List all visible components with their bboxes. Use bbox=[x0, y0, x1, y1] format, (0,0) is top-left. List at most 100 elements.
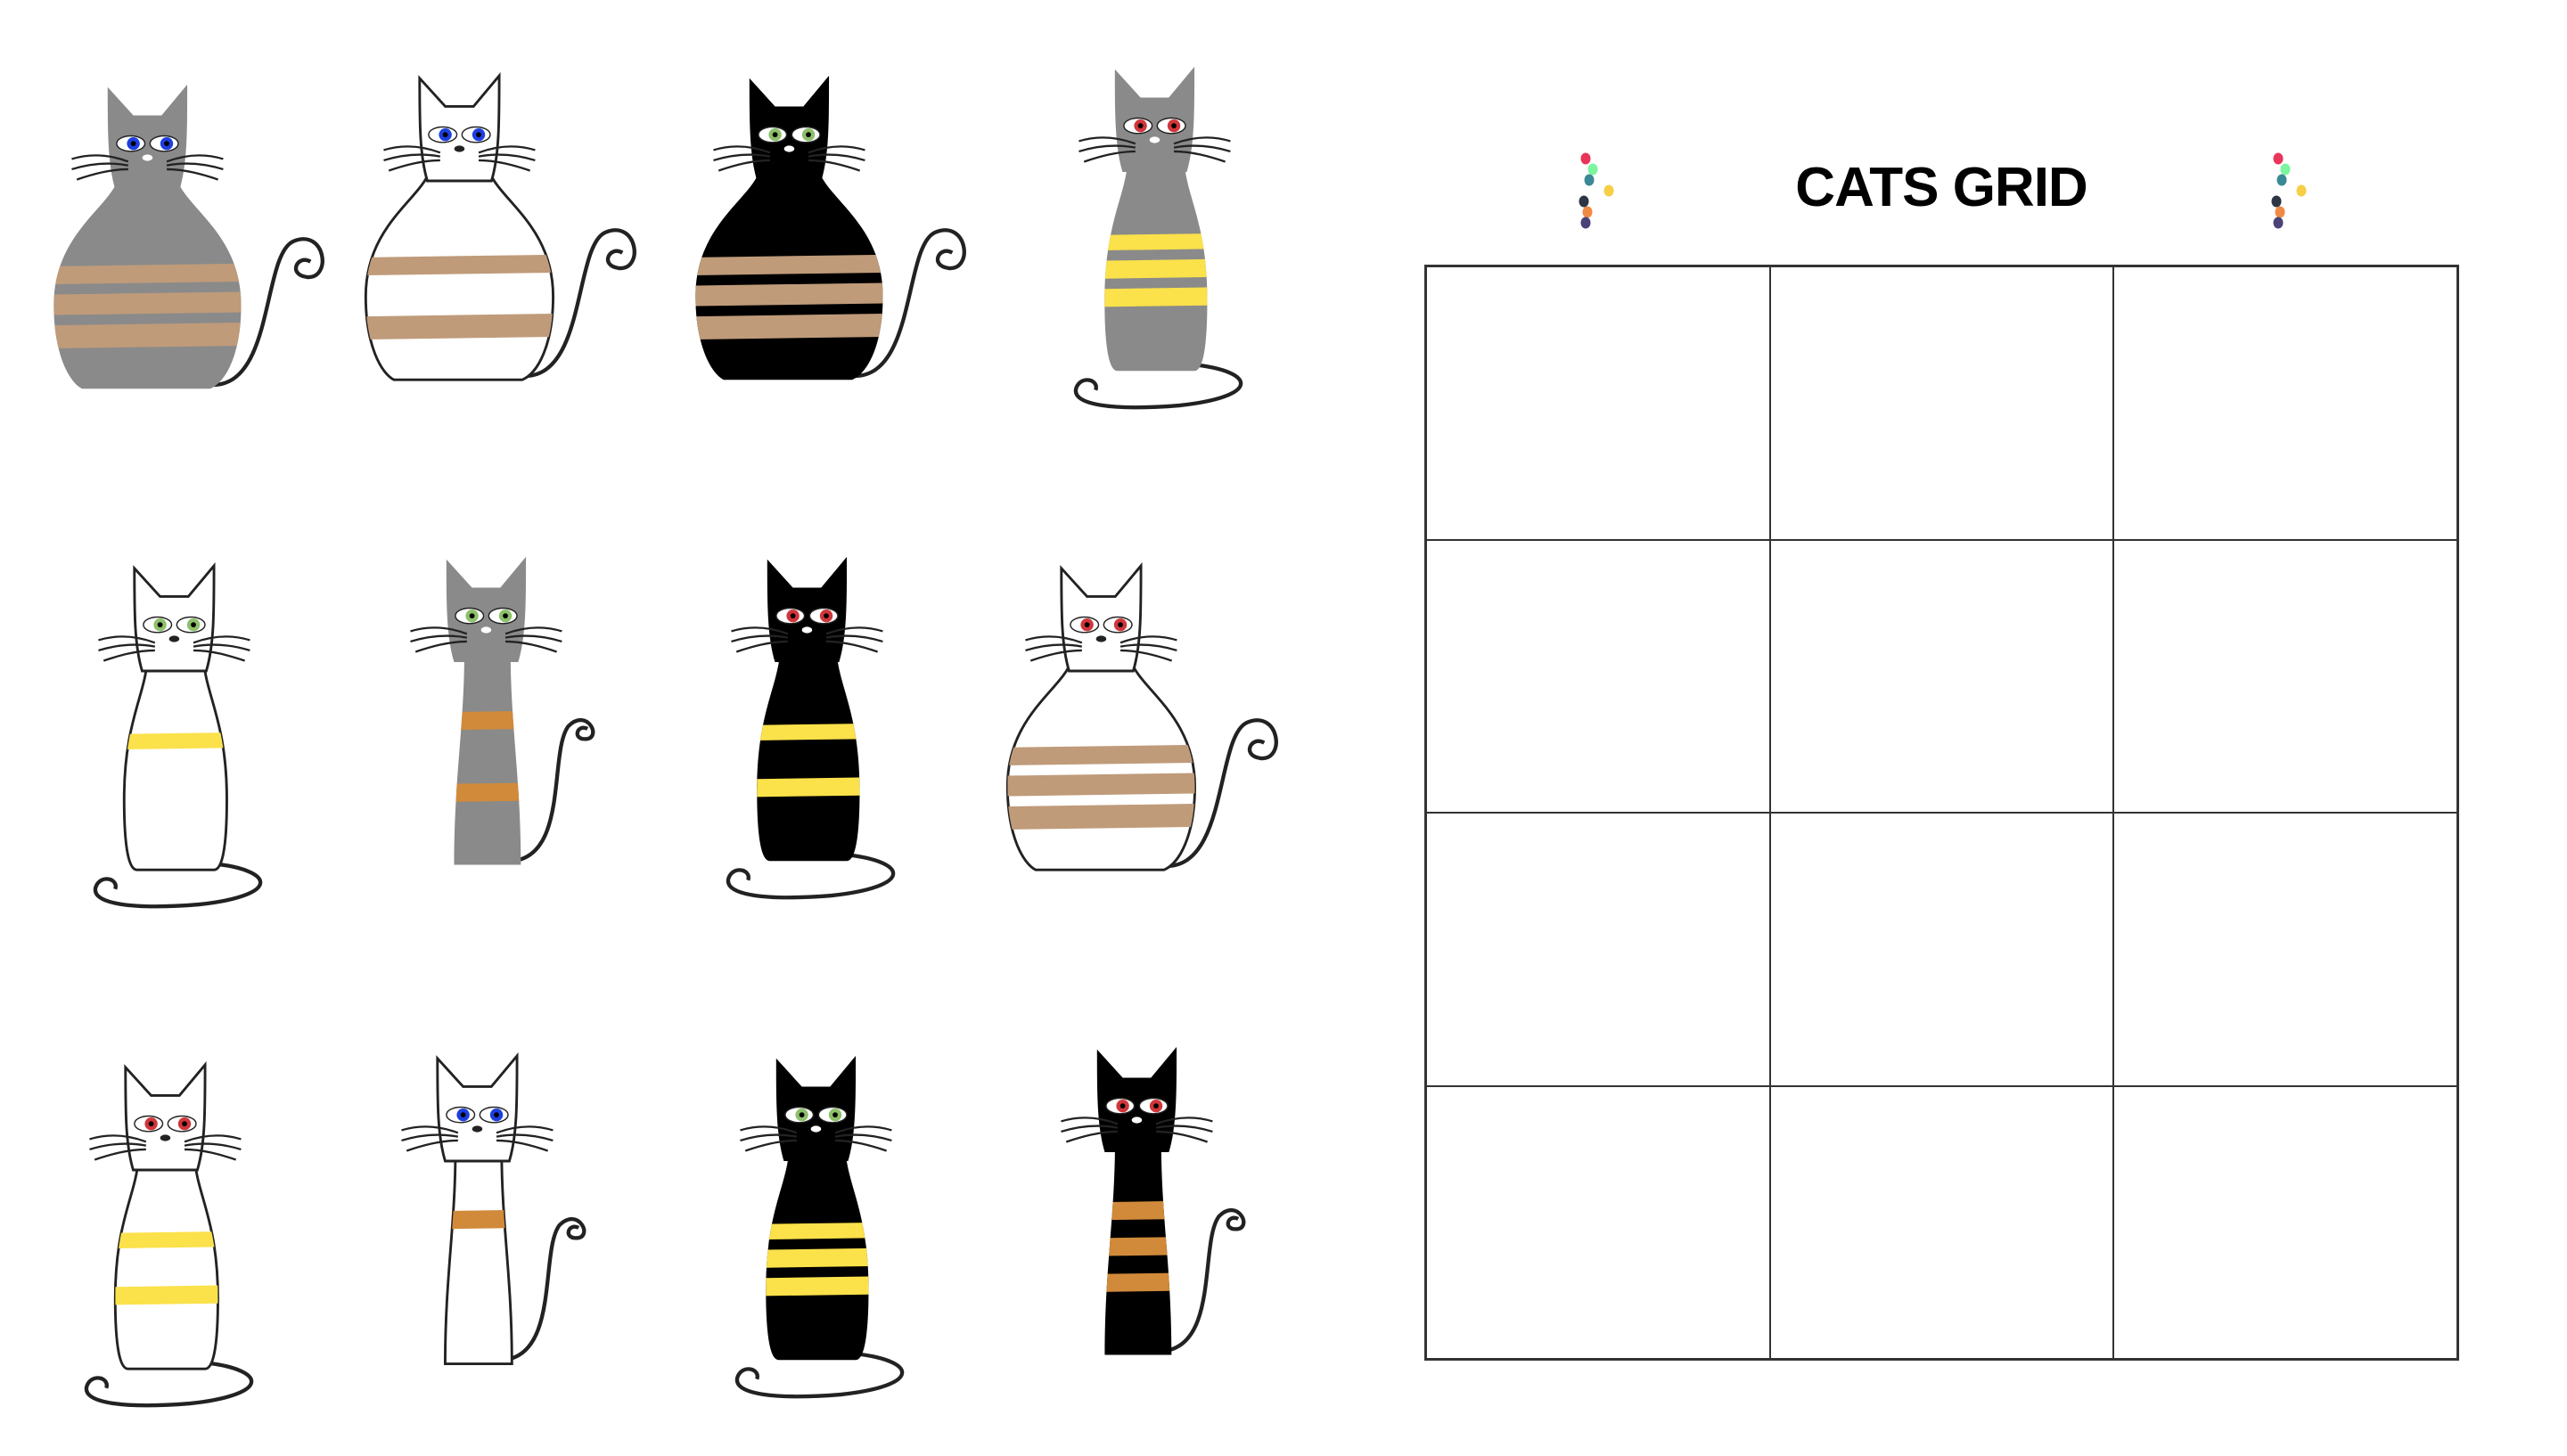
stripe bbox=[124, 731, 227, 751]
grid-cell[interactable] bbox=[1768, 1084, 2115, 1360]
cat-body bbox=[443, 1149, 513, 1365]
grid-cell[interactable] bbox=[1425, 266, 1771, 541]
dot bbox=[1580, 152, 1591, 165]
nose bbox=[810, 1125, 822, 1133]
cat-white-blue-eyes[interactable] bbox=[348, 1025, 668, 1426]
cat-head bbox=[749, 75, 830, 181]
stripe bbox=[695, 313, 883, 340]
stripe bbox=[115, 1284, 218, 1306]
cat-gray-blue-eyes[interactable] bbox=[18, 53, 339, 454]
cat-body bbox=[53, 179, 242, 389]
grid-cell[interactable] bbox=[1768, 812, 2115, 1087]
cat-gray-green-eyes[interactable] bbox=[357, 526, 677, 927]
dot bbox=[1603, 184, 1614, 197]
cat-head bbox=[418, 71, 501, 183]
grid-cell[interactable] bbox=[2112, 266, 2458, 541]
dot bbox=[1584, 174, 1595, 186]
dot bbox=[1582, 206, 1593, 218]
cat-tail bbox=[726, 852, 896, 900]
grid-cell[interactable] bbox=[1425, 812, 1771, 1087]
cat-tail bbox=[504, 1217, 586, 1362]
stripe bbox=[1104, 1271, 1172, 1294]
cat-white-blue-eyes[interactable] bbox=[330, 45, 651, 446]
confetti-dots-icon-left bbox=[1579, 152, 1614, 229]
cat-head bbox=[775, 1055, 857, 1161]
stripe bbox=[695, 254, 883, 276]
cat-tail bbox=[1073, 362, 1243, 410]
cat-head bbox=[1096, 1046, 1177, 1152]
dot bbox=[2276, 174, 2287, 186]
stripe bbox=[1007, 803, 1195, 830]
cat-body bbox=[364, 169, 555, 381]
cat-head bbox=[1114, 66, 1195, 172]
cats-grid bbox=[1424, 265, 2459, 1361]
nose bbox=[1149, 136, 1160, 143]
stripe bbox=[766, 1275, 869, 1297]
grid-cell[interactable] bbox=[2112, 538, 2458, 814]
dot bbox=[2280, 163, 2291, 176]
nose bbox=[472, 1125, 483, 1133]
page-title: CATS GRID bbox=[1795, 157, 2087, 218]
nose bbox=[160, 1134, 171, 1141]
cat-body bbox=[757, 651, 860, 862]
stripe bbox=[757, 776, 860, 798]
stripe bbox=[766, 1247, 869, 1269]
cat-black-green-eyes[interactable] bbox=[660, 45, 980, 446]
stripe bbox=[1104, 286, 1208, 308]
cat-white-red-eyes[interactable] bbox=[36, 1034, 357, 1435]
stripe bbox=[53, 263, 242, 285]
dot bbox=[1579, 195, 1589, 208]
stripe bbox=[365, 313, 554, 340]
stripe bbox=[53, 290, 242, 316]
cat-white-red-eyes[interactable] bbox=[972, 535, 1292, 936]
cat-black-red-eyes[interactable] bbox=[1007, 1016, 1328, 1417]
stripe bbox=[1007, 772, 1195, 798]
confetti-dots-icon-right bbox=[2271, 152, 2307, 229]
cat-tail bbox=[1163, 1208, 1246, 1354]
grid-cell[interactable] bbox=[2112, 812, 2458, 1087]
stripe bbox=[53, 322, 242, 349]
grid-cell[interactable] bbox=[1425, 1084, 1771, 1360]
cat-black-green-eyes[interactable] bbox=[686, 1025, 1007, 1426]
grid-cell[interactable] bbox=[1425, 538, 1771, 814]
cat-head bbox=[124, 1060, 207, 1172]
dot bbox=[2296, 184, 2307, 197]
cat-body bbox=[454, 651, 521, 865]
grid-cell[interactable] bbox=[1768, 266, 2115, 541]
dot bbox=[2273, 217, 2284, 229]
cat-body bbox=[695, 170, 883, 380]
grid-cell[interactable] bbox=[1768, 538, 2115, 814]
cat-body bbox=[122, 659, 228, 871]
stripe bbox=[766, 1221, 869, 1241]
cat-head bbox=[107, 84, 188, 190]
cat-head bbox=[446, 556, 527, 662]
dot bbox=[2275, 206, 2285, 218]
stripe bbox=[1104, 258, 1208, 280]
cat-head bbox=[767, 556, 848, 662]
stripe bbox=[1007, 744, 1195, 766]
grid-cell[interactable] bbox=[2112, 1084, 2458, 1360]
dot bbox=[2273, 152, 2284, 165]
cat-body bbox=[1005, 659, 1197, 871]
cat-tail bbox=[734, 1351, 905, 1399]
cat-head bbox=[1060, 561, 1143, 673]
nose bbox=[783, 145, 795, 152]
cat-body bbox=[113, 1158, 219, 1370]
dot bbox=[1587, 163, 1598, 176]
cat-head bbox=[133, 561, 216, 673]
dot bbox=[1580, 217, 1591, 229]
stripe bbox=[365, 254, 554, 276]
dot bbox=[2271, 195, 2282, 208]
stripe bbox=[454, 781, 521, 804]
cat-gray-red-eyes[interactable] bbox=[1025, 36, 1346, 437]
nose bbox=[1131, 1117, 1143, 1124]
cat-black-red-eyes[interactable] bbox=[677, 526, 998, 927]
nose bbox=[142, 154, 153, 161]
cat-head bbox=[436, 1051, 519, 1163]
stripe bbox=[1104, 232, 1208, 252]
nose bbox=[168, 635, 180, 642]
stripe bbox=[1104, 1235, 1172, 1258]
cat-tail bbox=[513, 718, 595, 863]
cat-white-green-eyes[interactable] bbox=[45, 535, 365, 936]
nose bbox=[454, 145, 465, 152]
